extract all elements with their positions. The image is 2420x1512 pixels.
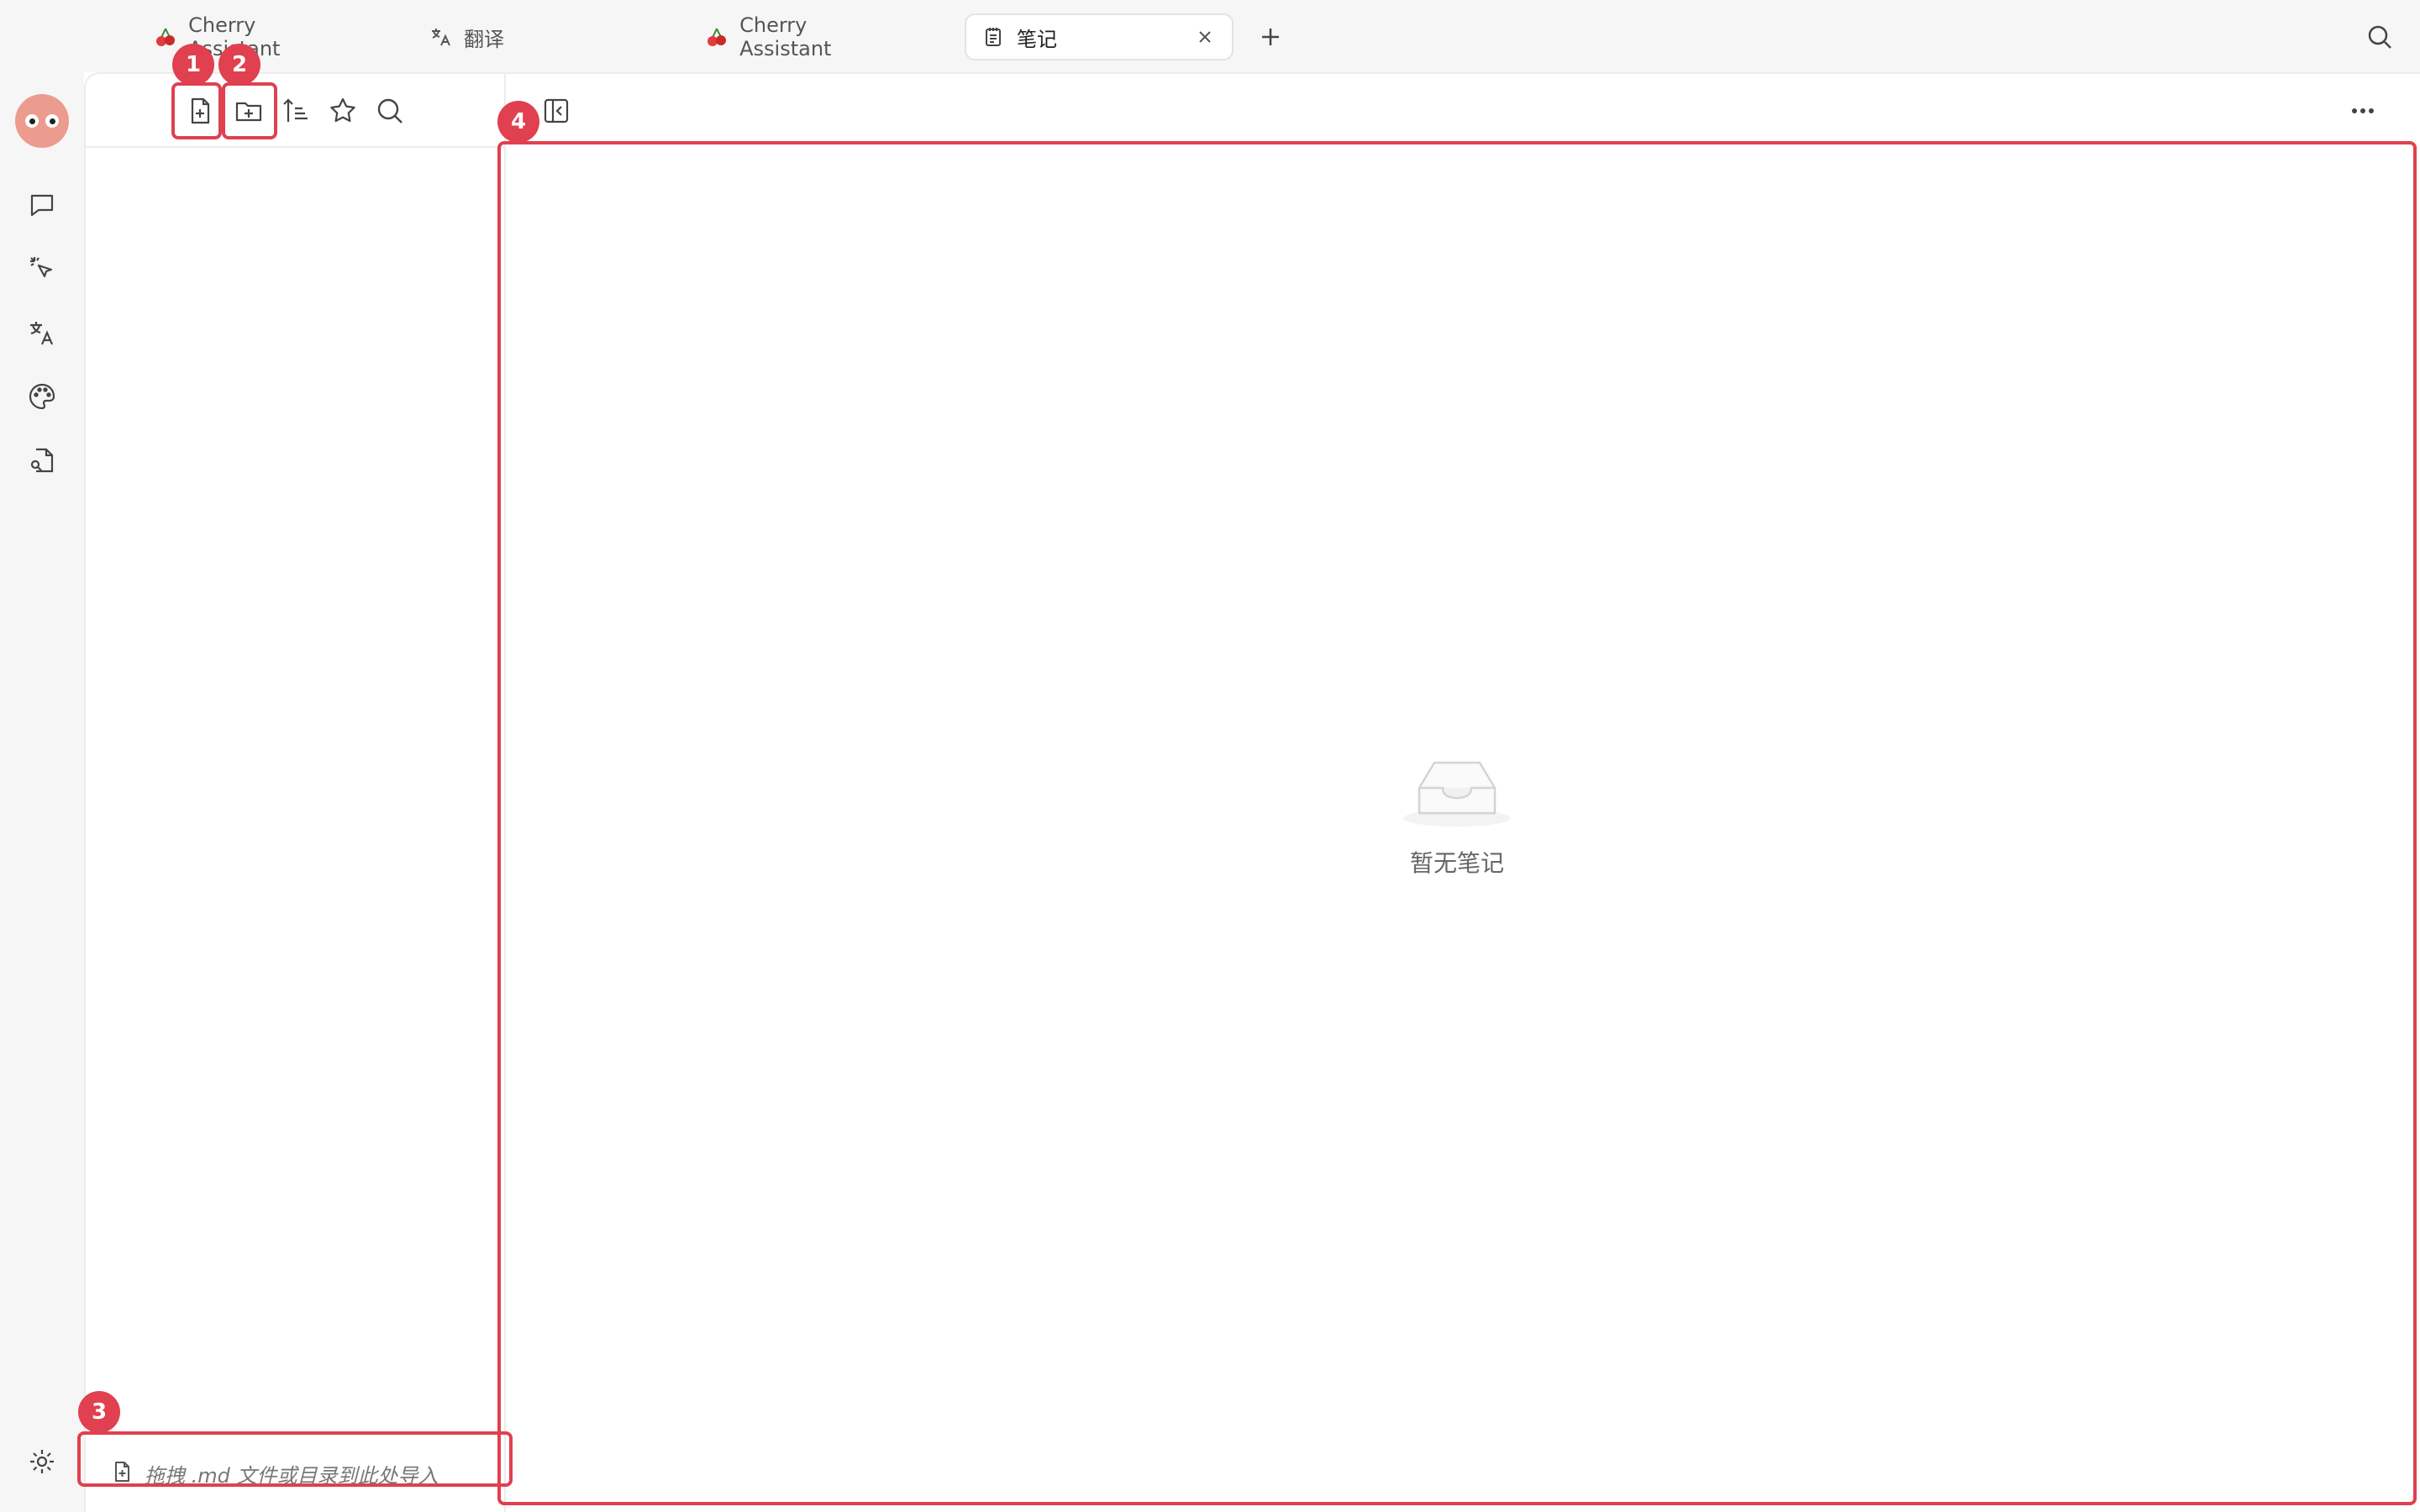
notes-sidebar: 拖拽 .md 文件或目录到此处导入 <box>86 74 506 1512</box>
notes-toolbar <box>86 74 506 148</box>
annotation-badge: 3 <box>78 1391 120 1433</box>
tab-label: Cherry Assistant <box>739 13 832 60</box>
left-rail <box>0 72 84 1512</box>
chat-icon[interactable] <box>22 185 62 225</box>
tab-bar: Cherry Assistant 翻译 Cherry Assistant 笔记 <box>0 0 2420 72</box>
translate-icon[interactable] <box>22 312 62 353</box>
tab-notes[interactable]: 笔记 <box>965 13 1234 60</box>
sparkle-cursor-icon[interactable] <box>22 249 62 289</box>
editor-toolbar <box>506 74 2420 148</box>
annotation-badge: 4 <box>497 101 539 143</box>
tab-label: 翻译 <box>464 27 504 51</box>
sort-icon <box>283 98 308 122</box>
file-search-icon[interactable] <box>22 440 62 480</box>
settings-icon[interactable] <box>22 1441 62 1482</box>
highlight-box-3 <box>77 1431 513 1487</box>
annotation-badge: 2 <box>218 44 260 86</box>
avatar[interactable] <box>15 94 69 148</box>
close-icon[interactable] <box>1193 25 1217 49</box>
search-icon <box>377 98 402 123</box>
cherry-icon <box>155 25 176 49</box>
notes-search-button[interactable] <box>370 91 410 131</box>
highlight-box-4 <box>497 141 2417 1505</box>
notepad-icon <box>981 25 1005 49</box>
palette-icon[interactable] <box>22 376 62 417</box>
search-icon[interactable] <box>2363 20 2396 54</box>
highlight-box-1 <box>171 82 222 139</box>
cherry-icon <box>706 25 728 49</box>
sidebar-collapse-icon <box>544 98 569 123</box>
annotation-badge: 1 <box>172 44 214 86</box>
tab-label: 笔记 <box>1017 27 1057 51</box>
star-icon <box>330 97 355 123</box>
more-icon <box>2352 108 2374 113</box>
collapse-sidebar-button[interactable] <box>536 91 576 131</box>
tab-cherry-assistant-2[interactable]: Cherry Assistant <box>691 13 909 60</box>
favorites-button[interactable] <box>323 91 363 131</box>
tab-translate[interactable]: 翻译 <box>413 13 598 60</box>
add-tab-button[interactable] <box>1254 20 1287 54</box>
more-options-button[interactable] <box>2343 91 2383 131</box>
translate-icon <box>429 25 452 49</box>
highlight-box-2 <box>222 82 277 139</box>
sort-button[interactable] <box>276 91 316 131</box>
